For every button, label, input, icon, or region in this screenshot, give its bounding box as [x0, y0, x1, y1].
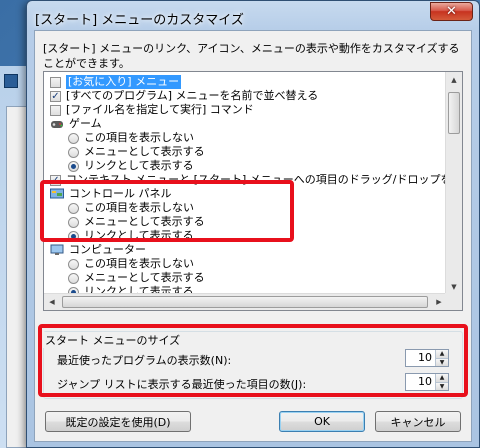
ok-label: OK	[314, 415, 330, 428]
list-item[interactable]: ✓ コンテキスト メニューと [スタート] メニューへの項目のドラッグ/ドロップを…	[50, 173, 447, 187]
vertical-scroll-thumb[interactable]	[448, 92, 460, 134]
radio[interactable]	[68, 216, 79, 228]
radio[interactable]	[68, 272, 79, 284]
ok-button[interactable]: OK	[279, 411, 365, 432]
options-list: [お気に入り] メニュー ✓ [すべてのプログラム] メニューを名前で並べ替える [フ…	[44, 72, 447, 295]
jumplist-items-label: ジャンプ リストに表示する最近使った項目の数(J):	[57, 378, 307, 391]
list-item-label: コンテキスト メニューと [スタート] メニューへの項目のドラッグ/ドロップを有…	[66, 173, 447, 186]
list-item: ゲーム	[50, 117, 102, 131]
recent-programs-spinner[interactable]: 10 ▲ ▼	[405, 349, 449, 367]
list-item-label: メニューとして表示する	[84, 271, 205, 284]
horizontal-scrollbar[interactable]: ◀ ▶	[44, 293, 447, 310]
dialog-client-area: [スタート] メニューのリンク、アイコン、メニューの表示や動作をカスタマイズする…	[34, 30, 472, 442]
list-item-label: [お気に入り] メニュー	[66, 75, 182, 89]
customize-start-menu-dialog: [スタート] メニューのカスタマイズ ✕ [スタート] メニューのリンク、アイコ…	[26, 0, 480, 448]
cancel-label: キャンセル	[390, 415, 446, 429]
list-item-label: この項目を表示しない	[84, 131, 194, 144]
checkbox-checked[interactable]: ✓	[50, 90, 61, 102]
list-item-label: [ファイル名を指定して実行] コマンド	[66, 103, 254, 116]
control-panel-icon	[50, 188, 64, 200]
list-item[interactable]: リンクとして表示する	[68, 229, 194, 243]
use-default-settings-button[interactable]: 既定の設定を使用(D)	[45, 411, 191, 432]
list-item[interactable]: メニューとして表示する	[68, 145, 205, 159]
list-item[interactable]: [お気に入り] メニュー	[50, 75, 182, 89]
list-item[interactable]: この項目を表示しない	[68, 257, 194, 271]
vertical-scrollbar[interactable]: ▲ ▼	[445, 72, 462, 295]
list-item-label: メニューとして表示する	[84, 145, 205, 158]
close-button[interactable]: ✕	[430, 2, 473, 21]
window-icon	[4, 74, 18, 88]
scroll-left-icon[interactable]: ◀	[44, 294, 60, 310]
recent-programs-value[interactable]: 10	[406, 350, 435, 366]
list-item-label: ゲーム	[69, 117, 102, 130]
jumplist-items-value[interactable]: 10	[406, 374, 435, 390]
spin-up-icon[interactable]: ▲	[436, 350, 448, 358]
list-item[interactable]: メニューとして表示する	[68, 215, 205, 229]
dialog-title: [スタート] メニューのカスタマイズ	[35, 13, 244, 28]
list-item-label: [すべてのプログラム] メニューを名前で並べ替える	[66, 89, 319, 102]
list-item: コンピューター	[50, 243, 146, 257]
list-item[interactable]: この項目を表示しない	[68, 201, 194, 215]
list-item[interactable]: [ファイル名を指定して実行] コマンド	[50, 103, 254, 117]
computer-icon	[50, 244, 64, 256]
list-item-label: この項目を表示しない	[84, 201, 194, 214]
list-item[interactable]: リンクとして表示する	[68, 159, 194, 173]
dialog-description: [スタート] メニューのリンク、アイコン、メニューの表示や動作をカスタマイズする…	[43, 42, 460, 70]
game-icon	[50, 118, 64, 130]
list-item[interactable]: この項目を表示しない	[68, 131, 194, 145]
title-bar: [スタート] メニューのカスタマイズ ✕	[27, 1, 479, 31]
radio-selected[interactable]	[68, 230, 79, 242]
use-default-settings-label: 既定の設定を使用(D)	[65, 415, 171, 429]
scroll-corner	[445, 293, 462, 310]
checkbox-checked[interactable]: ✓	[50, 174, 61, 186]
list-item-label: この項目を表示しない	[84, 257, 194, 270]
scroll-up-icon[interactable]: ▲	[446, 72, 462, 88]
checkbox[interactable]	[50, 76, 61, 88]
radio[interactable]	[68, 146, 79, 158]
radio-selected[interactable]	[68, 160, 79, 172]
list-item[interactable]: ✓ [すべてのプログラム] メニューを名前で並べ替える	[50, 89, 318, 103]
spin-up-icon[interactable]: ▲	[436, 374, 448, 382]
radio[interactable]	[68, 202, 79, 214]
list-item[interactable]: メニューとして表示する	[68, 271, 205, 285]
list-item-label: コントロール パネル	[69, 187, 172, 200]
recent-programs-label: 最近使ったプログラムの表示数(N):	[57, 354, 232, 367]
spin-down-icon[interactable]: ▼	[436, 381, 448, 390]
list-item-label: リンクとして表示する	[84, 159, 194, 172]
start-menu-size-title: スタート メニューのサイズ	[43, 332, 183, 348]
checkbox[interactable]	[50, 104, 61, 116]
spin-down-icon[interactable]: ▼	[436, 357, 448, 366]
jumplist-items-spinner[interactable]: 10 ▲ ▼	[405, 373, 449, 391]
options-listbox[interactable]: [お気に入り] メニュー ✓ [すべてのプログラム] メニューを名前で並べ替える [フ…	[43, 71, 463, 311]
radio[interactable]	[68, 258, 79, 270]
close-icon: ✕	[446, 4, 457, 19]
horizontal-scroll-thumb[interactable]	[62, 296, 428, 308]
list-item-label: コンピューター	[69, 243, 146, 256]
radio[interactable]	[68, 132, 79, 144]
list-item: コントロール パネル	[50, 187, 172, 201]
cancel-button[interactable]: キャンセル	[375, 411, 461, 432]
list-item-label: メニューとして表示する	[84, 215, 205, 228]
list-item-label: リンクとして表示する	[84, 229, 194, 242]
